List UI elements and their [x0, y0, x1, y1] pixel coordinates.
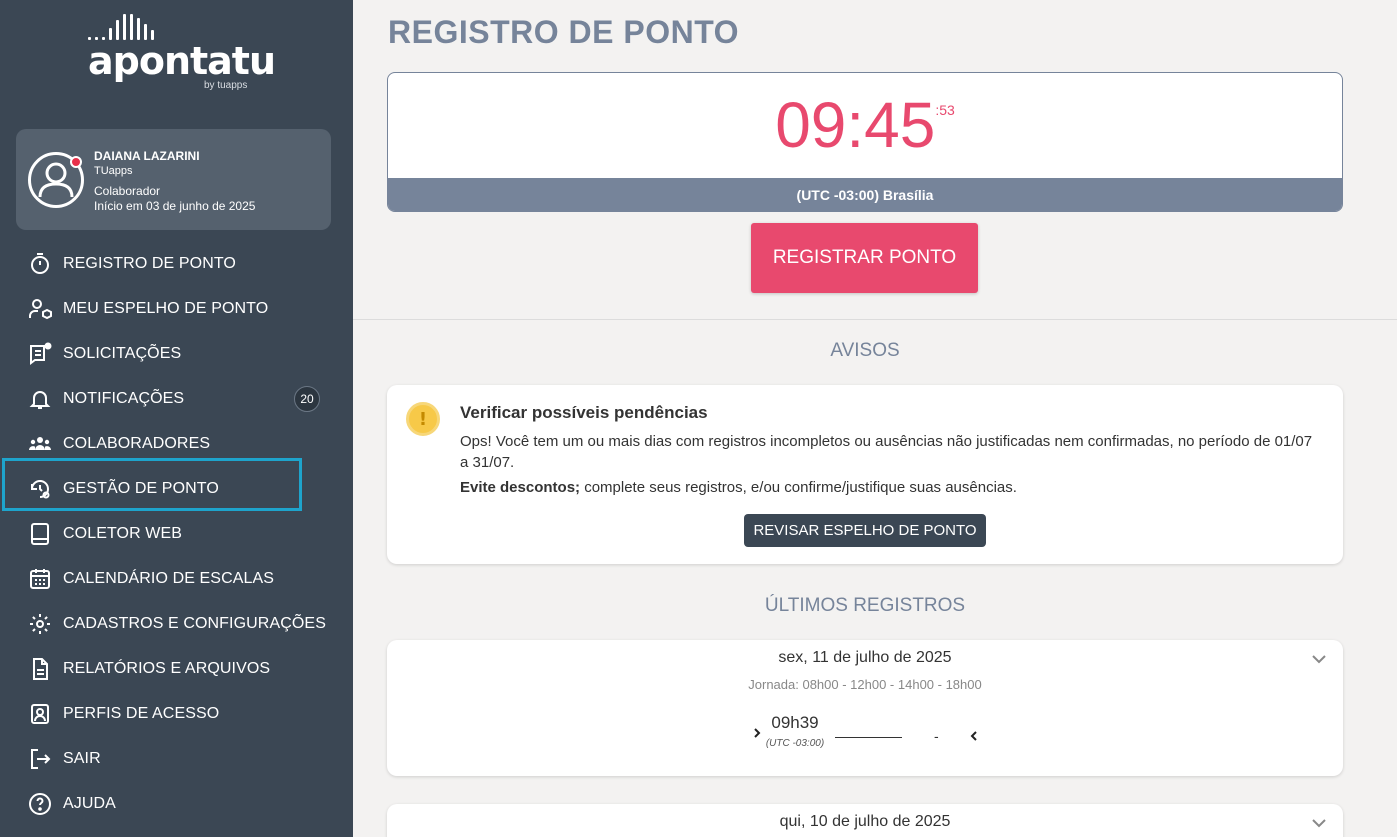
notice-tip-bold: Evite descontos; — [460, 479, 581, 496]
register-punch-button[interactable]: REGISTRAR PONTO — [751, 223, 978, 293]
record-pending-line — [835, 737, 902, 738]
logo-by-text: by tuapps — [204, 80, 248, 91]
record-card[interactable]: sex, 11 de julho de 2025 Jornada: 08h00 … — [387, 640, 1343, 776]
clock-hours-minutes: 09:45 — [775, 89, 936, 161]
sidebar-item-label: SAIR — [63, 749, 101, 767]
record-entry-utc: (UTC -03:00) — [765, 738, 825, 749]
clock-seconds: :53 — [935, 102, 955, 118]
pending-notice-card: ! Verificar possíveis pendências Ops! Vo… — [387, 385, 1343, 564]
clock-timezone: (UTC -03:00) Brasília — [388, 178, 1342, 211]
sidebar-item-label: NOTIFICAÇÕES — [63, 389, 185, 407]
user-profile-card[interactable]: DAIANA LAZARINI TUapps Colaborador Iníci… — [16, 129, 331, 230]
bell-icon — [29, 390, 51, 409]
sidebar-item-perfis-de-acesso[interactable]: PERFIS DE ACESSO — [0, 691, 353, 736]
tablet-icon — [31, 522, 49, 545]
sidebar-item-gestao-de-ponto[interactable]: GESTÃO DE PONTO — [0, 466, 353, 511]
sidebar-item-coletor-web[interactable]: COLETOR WEB — [0, 511, 353, 556]
sidebar-item-label: CADASTROS E CONFIGURAÇÕES — [63, 614, 326, 632]
sidebar-item-relatorios-e-arquivos[interactable]: RELATÓRIOS E ARQUIVOS — [0, 646, 353, 691]
sidebar-item-sair[interactable]: SAIR — [0, 736, 353, 781]
entry-arrow-icon — [754, 728, 761, 738]
sidebar-item-label: MEU ESPELHO DE PONTO — [63, 299, 269, 317]
notices-section-title: AVISOS — [830, 340, 900, 361]
clock-card: 09:45:53 (UTC -03:00) Brasília — [387, 72, 1343, 212]
history-gear-icon — [31, 479, 50, 498]
status-dot — [70, 156, 82, 168]
help-icon — [29, 792, 51, 815]
chevron-down-icon[interactable] — [1310, 650, 1328, 668]
sidebar-item-label: RELATÓRIOS E ARQUIVOS — [63, 659, 271, 677]
record-date: qui, 10 de julho de 2025 — [779, 813, 951, 830]
sidebar-item-label: AJUDA — [63, 794, 116, 812]
sidebar-item-label: SOLICITAÇÕES — [63, 344, 182, 362]
profile-role: Colaborador — [94, 184, 161, 198]
sidebar-item-label: COLETOR WEB — [63, 524, 183, 542]
record-card[interactable]: qui, 10 de julho de 2025 — [387, 804, 1343, 837]
gear-icon — [30, 613, 50, 634]
sidebar-item-meu-espelho-de-ponto[interactable]: MEU ESPELHO DE PONTO — [0, 286, 353, 331]
page-title: REGISTRO DE PONTO — [388, 14, 740, 50]
notice-tip: Evite descontos; complete seus registros… — [460, 479, 1017, 496]
calendar-icon — [30, 568, 50, 589]
user-cube-icon — [29, 298, 52, 319]
sidebar-item-colaboradores[interactable]: COLABORADORES — [0, 421, 353, 466]
stopwatch-icon — [31, 252, 49, 274]
chevron-down-icon[interactable] — [1310, 814, 1328, 832]
clock-time: 09:45:53 — [388, 93, 1342, 157]
sidebar-item-cadastros-e-configuracoes[interactable]: CADASTROS E CONFIGURAÇÕES — [0, 601, 353, 646]
notice-body: Ops! Você tem um ou mais dias com regist… — [460, 433, 1313, 471]
profile-name: DAIANA LAZARINI — [94, 149, 200, 163]
sidebar-item-label: COLABORADORES — [63, 434, 211, 452]
exit-arrow-icon — [970, 731, 977, 741]
record-journey: Jornada: 08h00 - 12h00 - 14h00 - 18h00 — [748, 677, 982, 692]
apontatu-logo[interactable]: apontatu by tuapps — [88, 14, 276, 94]
records-section-title: ÚLTIMOS REGISTROS — [764, 595, 966, 616]
logo-signal-bars — [88, 14, 154, 40]
notice-tip-text: complete seus registros, e/ou confirme/j… — [580, 479, 1017, 496]
sidebar-item-calendario-de-escalas[interactable]: CALENDÁRIO DE ESCALAS — [0, 556, 353, 601]
sidebar-item-label: REGISTRO DE PONTO — [63, 254, 236, 272]
logout-icon — [31, 748, 51, 769]
warning-icon: ! — [406, 402, 440, 436]
document-icon — [33, 657, 48, 680]
notice-title: Verificar possíveis pendências — [460, 403, 708, 422]
profile-start-date: Início em 03 de junho de 2025 — [94, 199, 256, 213]
sidebar-item-notificacoes[interactable]: NOTIFICAÇÕES 20 — [0, 376, 353, 421]
record-dash: - — [934, 728, 939, 744]
notifications-count-badge: 20 — [294, 386, 320, 412]
record-date: sex, 11 de julho de 2025 — [778, 649, 952, 666]
record-entry-time: 09h39 — [771, 713, 819, 732]
sidebar-item-label: PERFIS DE ACESSO — [63, 704, 220, 722]
users-group-icon — [29, 436, 51, 450]
logo-text: apontatu — [88, 39, 276, 83]
sidebar-item-label: GESTÃO DE PONTO — [63, 479, 219, 497]
id-badge-icon — [31, 703, 49, 724]
sidebar-item-ajuda[interactable]: AJUDA — [0, 781, 353, 826]
sidebar: apontatu by tuapps DAIANA LAZARINI TUapp… — [0, 0, 353, 837]
profile-company: TUapps — [94, 165, 133, 177]
sidebar-item-label: CALENDÁRIO DE ESCALAS — [63, 569, 275, 587]
sidebar-item-registro-de-ponto[interactable]: REGISTRO DE PONTO — [0, 241, 353, 286]
sidebar-nav: REGISTRO DE PONTO MEU ESPELHO DE PONTO S… — [0, 241, 353, 826]
message-list-icon — [30, 342, 52, 365]
section-divider — [353, 319, 1397, 320]
review-timesheet-button[interactable]: REVISAR ESPELHO DE PONTO — [744, 514, 986, 547]
sidebar-item-solicitacoes[interactable]: SOLICITAÇÕES — [0, 331, 353, 376]
